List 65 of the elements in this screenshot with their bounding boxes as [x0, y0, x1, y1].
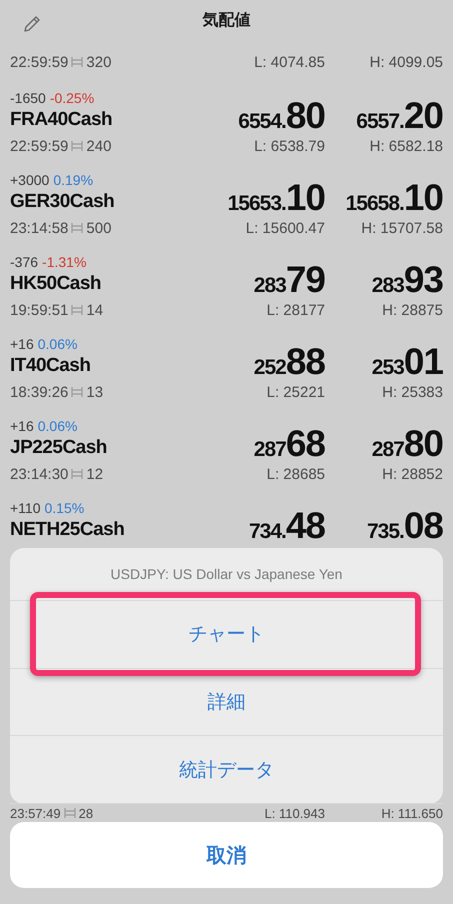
point-change: +16 [10, 418, 34, 434]
symbol-name: JP225Cash [10, 437, 108, 459]
quote-time: 19:59:51 14 [10, 300, 104, 320]
point-change: -376 [10, 254, 38, 270]
sheet-title: USDJPY: US Dollar vs Japanese Yen [110, 566, 342, 582]
price: 25288 [254, 343, 325, 380]
high-price: H: 28852 [382, 466, 443, 482]
high-price: H: 111.650 [381, 806, 443, 820]
percent-change: 0.19% [53, 172, 94, 188]
point-change: +3000 [10, 172, 50, 188]
symbol-name: FRA40Cash [10, 109, 114, 131]
volume-icon [71, 468, 84, 480]
low-price: L: 6538.79 [254, 138, 325, 154]
low-price: L: 4074.85 [254, 54, 325, 70]
point-change: +16 [10, 336, 34, 352]
cancel-button[interactable]: 取消 [10, 822, 443, 888]
percent-change: 0.06% [38, 336, 78, 352]
low-price: L: 15600.47 [246, 220, 325, 236]
menu-item[interactable]: 統計データ [10, 736, 443, 804]
price: 25301 [372, 343, 443, 380]
volume-icon [71, 386, 84, 398]
symbol-name: NETH25Cash [10, 519, 126, 541]
low-price: L: 28177 [266, 302, 325, 318]
quote-time: 22:59:59 240 [10, 136, 112, 156]
price: 15653.10 [228, 179, 325, 216]
percent-change: 0.06% [38, 418, 78, 434]
volume-icon [71, 304, 84, 316]
volume-icon [64, 807, 76, 819]
high-price: H: 4099.05 [370, 54, 443, 70]
volume-icon [71, 222, 84, 234]
point-change: +110 [10, 500, 40, 516]
high-price: H: 15707.58 [361, 220, 443, 236]
symbol-name: IT40Cash [10, 355, 92, 377]
menu-item[interactable]: チャート [10, 601, 443, 669]
volume-icon [71, 56, 84, 68]
price: 28379 [254, 261, 325, 298]
price: 15658.10 [346, 179, 443, 216]
low-price: L: 110.943 [264, 806, 325, 820]
symbol-name: GER30Cash [10, 191, 116, 213]
low-price: L: 28685 [266, 466, 325, 482]
quote-time: 23:14:58 500 [10, 218, 112, 238]
menu-item[interactable]: 詳細 [10, 668, 443, 736]
symbol-name: HK50Cash [10, 273, 102, 295]
volume-icon [71, 140, 84, 152]
percent-change: -0.25% [50, 90, 94, 106]
percent-change: -1.31% [42, 254, 86, 270]
quote-time: 18:39:26 13 [10, 382, 104, 402]
price: 734.48 [248, 507, 325, 544]
edit-icon[interactable] [22, 14, 42, 34]
price: 28768 [254, 425, 325, 462]
screen-title: 気配値 [202, 10, 250, 30]
price: 6554.80 [238, 97, 325, 134]
quote-time: 22:59:59 320 [10, 52, 112, 72]
price: 735.08 [366, 507, 443, 544]
high-price: H: 25383 [382, 384, 443, 400]
point-change: -1650 [10, 90, 46, 106]
high-price: H: 6582.18 [370, 138, 443, 154]
price: 28393 [372, 261, 443, 298]
low-price: L: 25221 [266, 384, 325, 400]
high-price: H: 28875 [382, 302, 443, 318]
quote-time: 23:14:30 12 [10, 464, 104, 484]
quote-time: 23:57:49 28 [10, 806, 94, 820]
price: 6557.20 [356, 97, 443, 134]
price: 28780 [372, 425, 443, 462]
percent-change: 0.15% [44, 500, 84, 516]
